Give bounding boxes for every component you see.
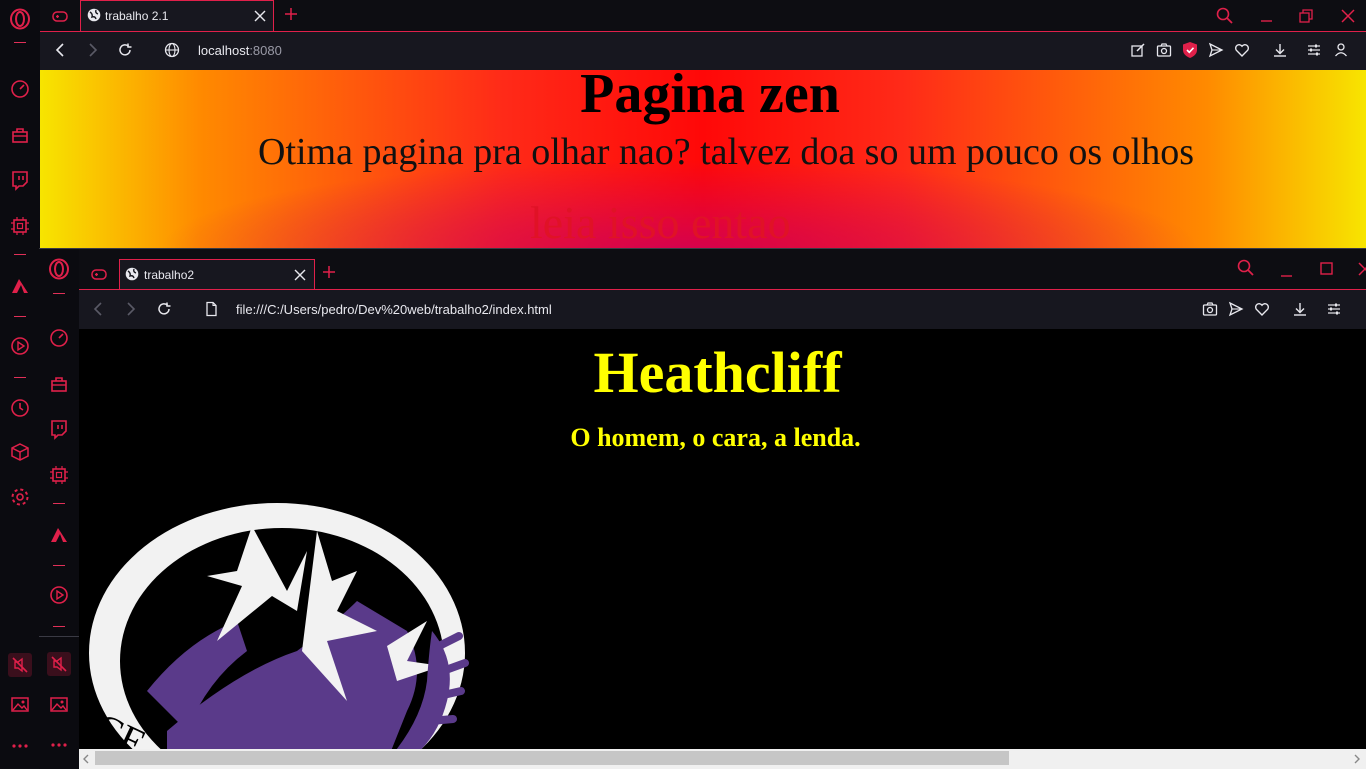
shopping-icon[interactable] [48, 373, 70, 395]
player-icon[interactable] [48, 584, 70, 606]
front-tab-active[interactable]: trabalho2 [119, 259, 315, 290]
reload-icon[interactable] [156, 301, 172, 317]
camera-icon[interactable] [1202, 301, 1218, 317]
scroll-right-icon[interactable] [1352, 754, 1362, 764]
mute-icon[interactable] [47, 652, 71, 676]
download-icon[interactable] [1292, 301, 1308, 317]
back-tab-active[interactable]: trabalho 2.1 [80, 0, 274, 32]
adblock-icon[interactable] [1182, 41, 1198, 59]
send-icon[interactable] [1228, 301, 1244, 317]
heathcliff-heading: Heathcliff [593, 340, 842, 405]
easy-setup-icon[interactable] [1306, 42, 1322, 58]
download-icon[interactable] [1272, 42, 1288, 58]
extensions-icon[interactable] [9, 215, 31, 237]
opera-logo-icon[interactable] [48, 258, 70, 280]
forward-icon[interactable] [123, 301, 139, 317]
front-page-viewport: Heathcliff O homem, o cara, a lenda. CE [79, 329, 1366, 749]
front-tab-title: trabalho2 [144, 268, 195, 282]
camera-icon[interactable] [1156, 42, 1172, 58]
minimize-icon[interactable] [1257, 6, 1277, 26]
back-address-bar: localhost:8080 [40, 31, 1366, 70]
minimize-icon[interactable] [1277, 261, 1297, 281]
zen-heading: Pagina zen [580, 70, 840, 125]
back-tab-title: trabalho 2.1 [105, 9, 169, 23]
heathcliff-subheading: O homem, o cara, a lenda. [570, 423, 861, 452]
back-url[interactable]: localhost:8080 [198, 43, 282, 58]
zen-partial-text: leia isso entao [530, 197, 791, 248]
search-tabs-icon[interactable] [1236, 258, 1256, 278]
close-tab-icon[interactable] [253, 9, 267, 23]
history-icon[interactable] [9, 397, 31, 419]
gamepad-icon[interactable] [50, 6, 70, 26]
globe-favicon-icon [125, 267, 139, 281]
send-icon[interactable] [1208, 42, 1224, 58]
more-icon[interactable] [48, 734, 70, 756]
horizontal-scrollbar[interactable] [79, 749, 1366, 769]
site-info-icon[interactable] [164, 42, 180, 58]
back-sidebar [0, 0, 40, 768]
speed-dial-icon[interactable] [48, 327, 70, 349]
globe-favicon-icon [87, 8, 101, 22]
reload-icon[interactable] [117, 42, 133, 58]
front-address-bar: file:///C:/Users/pedro/Dev%20web/trabalh… [79, 289, 1366, 329]
scroll-thumb[interactable] [95, 751, 1009, 765]
twitch-icon[interactable] [48, 418, 70, 440]
shopping-icon[interactable] [9, 124, 31, 146]
twitch-icon[interactable] [9, 169, 31, 191]
front-url[interactable]: file:///C:/Users/pedro/Dev%20web/trabalh… [236, 302, 552, 317]
heart-icon[interactable] [1254, 301, 1270, 317]
snapshot-icon[interactable] [9, 693, 31, 715]
close-window-icon[interactable] [1338, 6, 1358, 26]
back-icon[interactable] [52, 42, 68, 58]
new-tab-icon[interactable] [282, 5, 300, 23]
gamepad-icon[interactable] [89, 264, 109, 284]
back-icon[interactable] [90, 301, 106, 317]
opera-logo-icon[interactable] [9, 8, 31, 30]
extensions-icon[interactable] [48, 464, 70, 486]
search-tabs-icon[interactable] [1215, 6, 1235, 26]
settings-icon[interactable] [9, 486, 31, 508]
file-page-icon[interactable] [203, 301, 219, 317]
heart-icon[interactable] [1234, 42, 1250, 58]
close-window-icon[interactable] [1355, 259, 1366, 279]
maximize-icon[interactable] [1317, 259, 1337, 279]
emblem-image: CE [87, 501, 507, 749]
mute-icon[interactable] [8, 653, 32, 677]
aria-icon[interactable] [48, 524, 70, 546]
profile-icon[interactable] [1333, 42, 1349, 58]
easy-setup-icon[interactable] [1326, 301, 1342, 317]
pinboard-icon[interactable] [9, 441, 31, 463]
scroll-left-icon[interactable] [81, 754, 91, 764]
player-icon[interactable] [9, 335, 31, 357]
front-sidebar [39, 249, 79, 769]
restore-icon[interactable] [1296, 6, 1316, 26]
close-tab-icon[interactable] [293, 268, 307, 282]
back-page-viewport: Pagina zen Otima pagina pra olhar nao? t… [40, 70, 1366, 250]
front-window: trabalho2 file:///C:/Users/pedro/Dev%20w… [39, 248, 1366, 769]
snapshot-icon[interactable] [48, 693, 70, 715]
edit-icon[interactable] [1130, 42, 1146, 58]
forward-icon[interactable] [85, 42, 101, 58]
more-icon[interactable] [9, 735, 31, 757]
aria-icon[interactable] [9, 275, 31, 297]
new-tab-icon[interactable] [320, 263, 338, 281]
speed-dial-icon[interactable] [9, 78, 31, 100]
zen-subheading: Otima pagina pra olhar nao? talvez doa s… [258, 131, 1195, 173]
